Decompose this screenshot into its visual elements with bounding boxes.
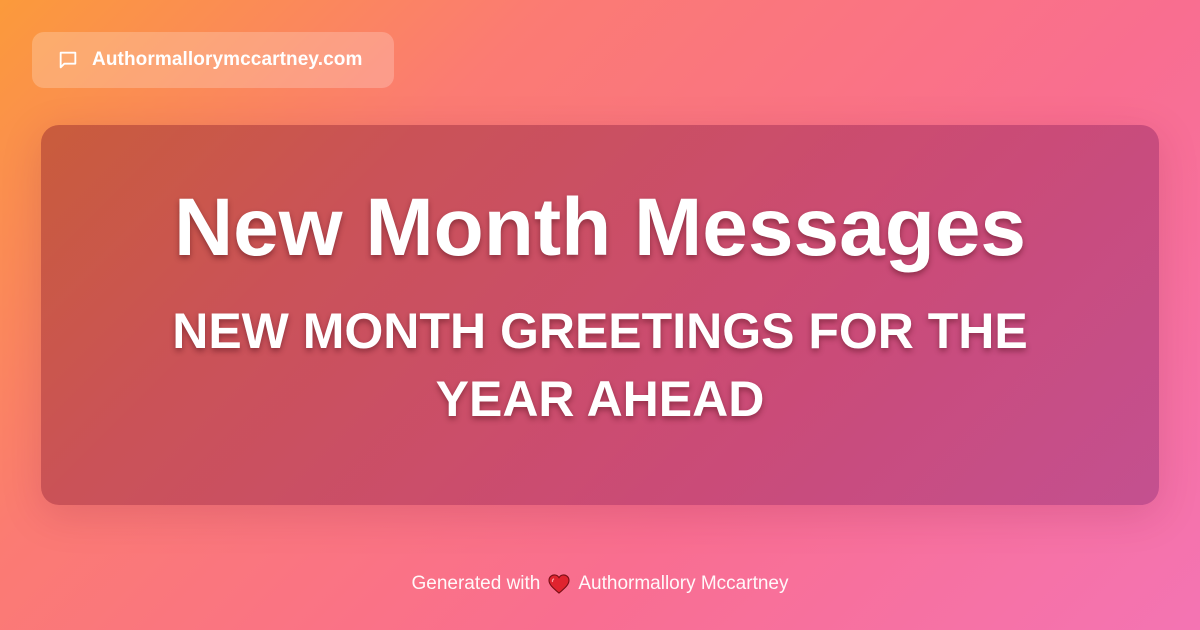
chat-bubble-icon <box>56 48 80 72</box>
footer-prefix: Generated with <box>411 573 541 594</box>
hero-subtitle: NEW MONTH GREETINGS FOR THE YEAR AHEAD <box>172 303 1028 427</box>
site-badge[interactable]: Authormallorymccartney.com <box>32 32 394 88</box>
footer-author[interactable]: Authormallory Mccartney <box>578 573 788 595</box>
site-name[interactable]: Authormallorymccartney.com <box>92 49 362 71</box>
footer: Generated with Authormallory Mccartney <box>0 573 1200 595</box>
hero-title: New Month Messages <box>173 182 1027 273</box>
heart-icon <box>548 574 570 594</box>
hero-card: New Month Messages NEW MONTH GREETINGS F… <box>41 125 1159 505</box>
